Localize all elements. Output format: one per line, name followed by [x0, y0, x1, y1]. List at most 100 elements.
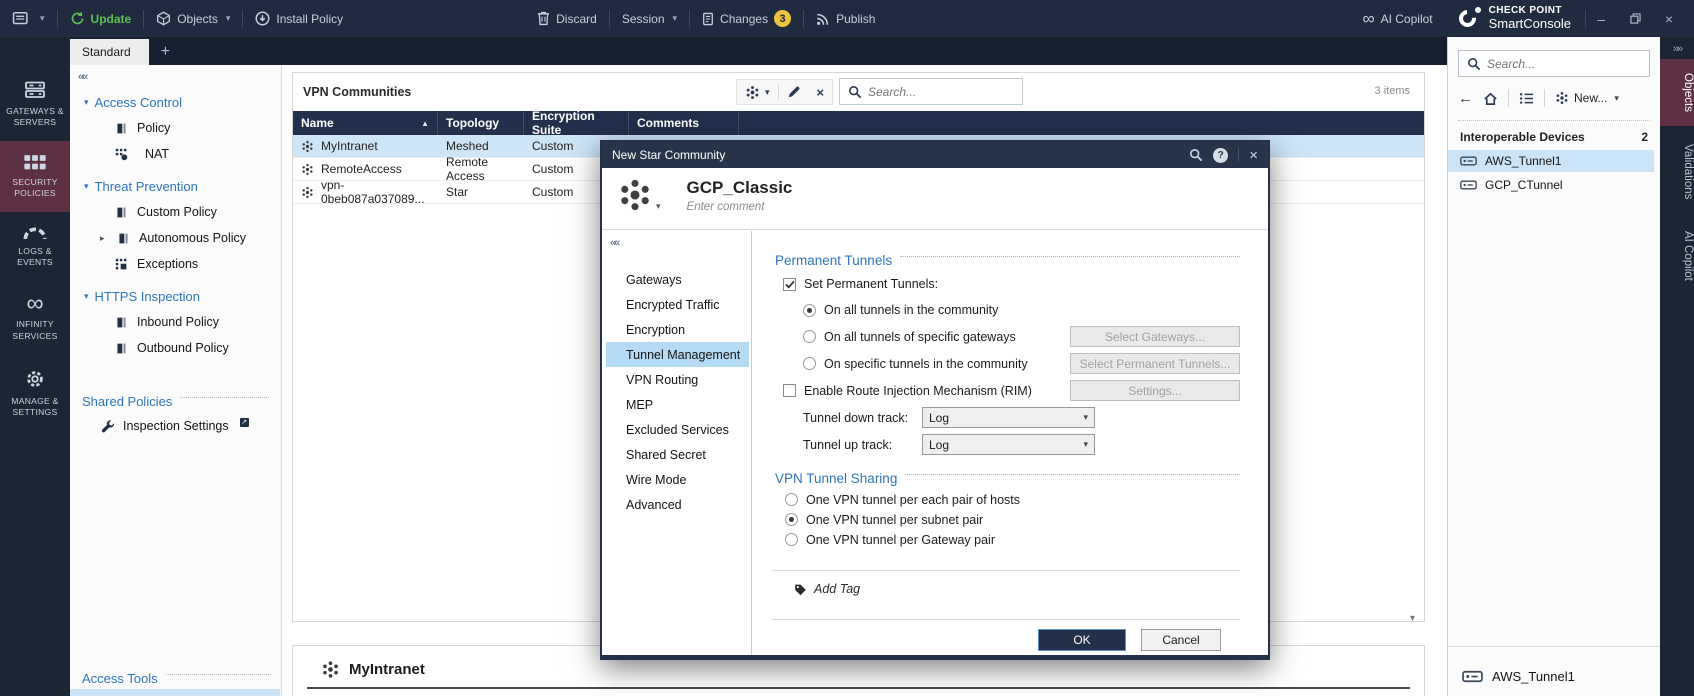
list-view-icon[interactable]: [1519, 92, 1534, 105]
section-access-control[interactable]: ▾ Access Control: [70, 89, 281, 115]
chevron-right-icon[interactable]: ▸: [100, 233, 108, 244]
selected-tool-row-partial[interactable]: [70, 689, 280, 696]
checkbox-checked-icon[interactable]: [783, 278, 796, 291]
nav-item-exceptions[interactable]: Exceptions: [70, 251, 281, 277]
dialog-nav-excluded-services[interactable]: Excluded Services: [606, 417, 749, 442]
radio-selected-icon[interactable]: [803, 304, 816, 317]
dialog-nav-shared-secret[interactable]: Shared Secret: [606, 442, 749, 467]
cancel-button[interactable]: Cancel: [1141, 629, 1221, 651]
sidebar-item-manage-settings[interactable]: MANAGE & SETTINGS: [0, 355, 70, 431]
radio-gateway-pair[interactable]: One VPN tunnel per Gateway pair: [775, 530, 1240, 549]
radio-icon[interactable]: [785, 493, 798, 506]
dialog-nav-vpn-routing[interactable]: VPN Routing: [606, 367, 749, 392]
radio-subnet-pair[interactable]: One VPN tunnel per subnet pair: [775, 510, 1240, 529]
discard-button[interactable]: Discard: [525, 0, 609, 37]
new-community-button[interactable]: ▾: [737, 80, 778, 104]
collapse-panel-icon[interactable]: ««: [70, 65, 281, 83]
changes-button[interactable]: Changes 3: [690, 0, 803, 37]
app-menu-button[interactable]: ▾: [0, 0, 57, 37]
collapse-panel-icon[interactable]: ««: [602, 231, 751, 249]
tab-standard[interactable]: Standard: [70, 39, 149, 65]
expand-panel-icon[interactable]: »»: [1660, 37, 1694, 55]
install-policy-button[interactable]: Install Policy: [243, 0, 355, 37]
dialog-titlebar[interactable]: New Star Community ? ×: [602, 142, 1268, 168]
back-arrow-icon[interactable]: ←: [1458, 90, 1473, 107]
section-https-inspection[interactable]: ▾ HTTPS Inspection: [70, 283, 281, 309]
checkbox-icon[interactable]: [783, 384, 796, 397]
sidebar-item-logs-events[interactable]: LOGS & EVENTS: [0, 212, 70, 281]
list-item[interactable]: AWS_Tunnel1: [1448, 150, 1654, 172]
edit-button[interactable]: [779, 80, 809, 104]
nav-item-nat[interactable]: NAT: [70, 141, 281, 167]
objects-search-input[interactable]: [1487, 57, 1644, 71]
column-header-encryption-suite[interactable]: Encryption Suite: [524, 111, 629, 135]
radio-icon[interactable]: [785, 533, 798, 546]
radio-host-pair[interactable]: One VPN tunnel per each pair of hosts: [775, 490, 1240, 509]
add-tab-button[interactable]: +: [149, 39, 182, 65]
dialog-nav-gateways[interactable]: Gateways: [606, 267, 749, 292]
select-permanent-tunnels-button[interactable]: Select Permanent Tunnels...: [1070, 353, 1240, 374]
dialog-nav-tunnel-management[interactable]: Tunnel Management: [606, 342, 749, 367]
community-star-icon: [301, 140, 314, 153]
close-icon[interactable]: ×: [1249, 147, 1258, 164]
radio-selected-icon[interactable]: [785, 513, 798, 526]
new-object-button[interactable]: New... ▾: [1555, 91, 1619, 105]
session-menu-button[interactable]: Session ▾: [610, 0, 689, 37]
help-icon[interactable]: ?: [1213, 148, 1228, 163]
home-icon[interactable]: [1483, 91, 1498, 106]
nav-item-inbound-policy[interactable]: Inbound Policy: [70, 309, 281, 335]
nav-item-outbound-policy[interactable]: Outbound Policy: [70, 335, 281, 361]
list-item[interactable]: GCP_CTunnel: [1448, 174, 1654, 196]
side-tab-validations[interactable]: Validations: [1660, 130, 1694, 213]
ok-button[interactable]: OK: [1038, 629, 1126, 651]
sidebar-item-security-policies[interactable]: SECURITY POLICIES: [0, 141, 70, 212]
community-type-picker[interactable]: ▾: [618, 178, 661, 212]
add-tag-button[interactable]: Add Tag: [794, 582, 860, 596]
nav-item-policy[interactable]: Policy: [70, 115, 281, 141]
restore-button[interactable]: [1620, 6, 1650, 32]
close-button[interactable]: ×: [1654, 6, 1684, 32]
sidebar-item-gateways-servers[interactable]: GATEWAYS & SERVERS: [0, 67, 70, 141]
publish-button[interactable]: Publish: [804, 0, 887, 37]
dialog-nav-advanced[interactable]: Advanced: [606, 492, 749, 517]
column-header-name[interactable]: Name ▲: [293, 111, 438, 135]
dialog-nav-encrypted-traffic[interactable]: Encrypted Traffic: [606, 292, 749, 317]
dialog-nav-wire-mode[interactable]: Wire Mode: [606, 467, 749, 492]
access-tools-header[interactable]: Access Tools: [70, 671, 281, 686]
minimize-button[interactable]: –: [1586, 6, 1616, 32]
delete-button[interactable]: ×: [809, 80, 833, 104]
ai-copilot-button[interactable]: ∞ AI Copilot: [1350, 0, 1444, 37]
search-icon: [848, 85, 862, 99]
tunnel-down-track-row: Tunnel down track: Log ▾: [775, 407, 1240, 428]
side-tab-objects[interactable]: Objects: [1660, 59, 1694, 126]
dialog-nav-mep[interactable]: MEP: [606, 392, 749, 417]
nav-item-inspection-settings[interactable]: Inspection Settings ↗: [70, 413, 281, 439]
sidebar-item-infinity-services[interactable]: ∞ INFINITY SERVICES: [0, 281, 70, 354]
comment-field[interactable]: Enter comment: [687, 201, 793, 213]
side-tab-ai-copilot[interactable]: AI Copilot: [1660, 217, 1694, 295]
dialog-nav-encryption[interactable]: Encryption: [606, 317, 749, 342]
radio-specific-tunnels[interactable]: On specific tunnels in the community Sel…: [775, 353, 1240, 374]
select-gateways-button[interactable]: Select Gateways...: [1070, 326, 1240, 347]
search-input[interactable]: [868, 85, 1025, 99]
nav-item-custom-policy[interactable]: Custom Policy: [70, 199, 281, 225]
radio-icon[interactable]: [803, 330, 816, 343]
community-name-field[interactable]: GCP_Classic: [687, 178, 793, 198]
radio-icon[interactable]: [803, 357, 816, 370]
tunnel-up-track-select[interactable]: Log ▾: [922, 434, 1095, 455]
objects-menu-button[interactable]: Objects ▾: [144, 0, 242, 37]
rim-settings-button[interactable]: Settings...: [1070, 380, 1240, 401]
radio-all-tunnels[interactable]: On all tunnels in the community: [775, 300, 1240, 320]
section-threat-prevention[interactable]: ▾ Threat Prevention: [70, 173, 281, 199]
set-permanent-tunnels-checkbox[interactable]: Set Permanent Tunnels:: [775, 274, 1240, 294]
scroll-down-icon[interactable]: ▾: [1410, 613, 1415, 624]
top-toolbar: ▾ Update Objects ▾ Install Policy Discar…: [0, 0, 1694, 37]
column-header-comments[interactable]: Comments: [629, 111, 739, 135]
update-button[interactable]: Update: [58, 0, 144, 37]
tunnel-down-track-select[interactable]: Log ▾: [922, 407, 1095, 428]
nav-item-autonomous-policy[interactable]: ▸ Autonomous Policy: [70, 225, 281, 251]
column-header-topology[interactable]: Topology: [438, 111, 524, 135]
rim-checkbox-row[interactable]: Enable Route Injection Mechanism (RIM) S…: [775, 380, 1240, 401]
search-icon[interactable]: [1189, 148, 1203, 162]
radio-specific-gateways[interactable]: On all tunnels of specific gateways Sele…: [775, 326, 1240, 347]
